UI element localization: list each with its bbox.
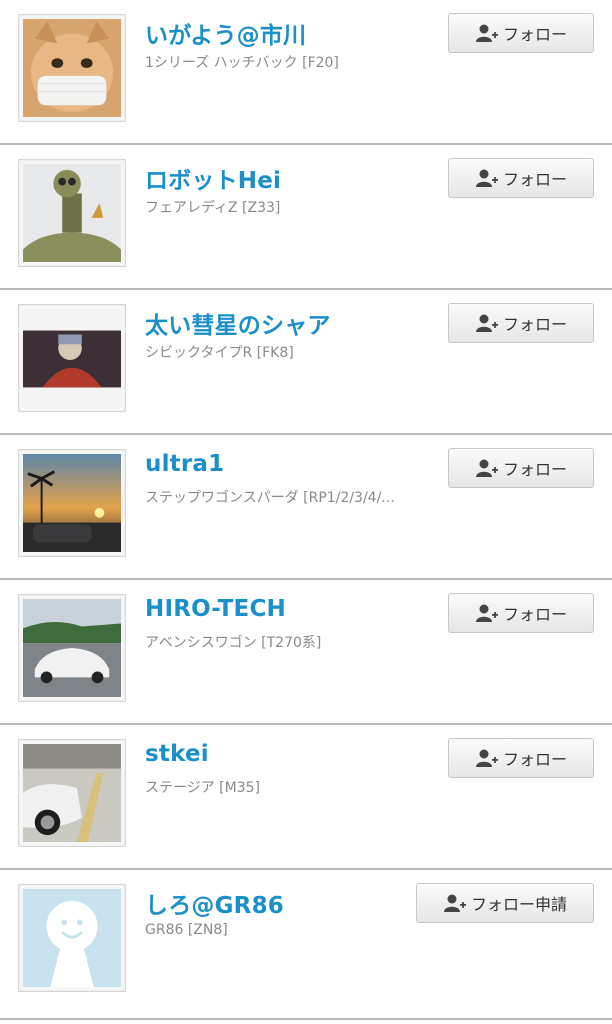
user-name[interactable]: HIRO-TECH [145,596,286,622]
add-user-icon [475,604,498,622]
user-car: GR86 [ZN8] [145,922,228,938]
follow-button-label: フォロー [502,750,567,769]
follow-button-label: フォロー [502,605,567,624]
follow-button[interactable]: フォロー [448,303,594,343]
user-avatar[interactable] [18,449,126,557]
user-name[interactable]: 太い彗星のシャア [145,306,331,340]
user-avatar[interactable] [18,884,126,992]
user-row: HIRO-TECH アベンシスワゴン [T270系] フォロー [0,580,612,725]
follow-button[interactable]: フォロー [448,448,594,488]
add-user-icon [475,459,498,477]
follow-button-label: フォロー [502,25,567,44]
follow-button[interactable]: フォロー [448,158,594,198]
user-avatar[interactable] [18,304,126,412]
follow-user-list: いがよう@市川 1シリーズ ハッチバック [F20] フォロー ロボットHei … [0,0,612,1020]
follow-button-label: フォロー [502,170,567,189]
follow-request-button[interactable]: フォロー申請 [416,883,594,923]
add-user-icon [475,749,498,767]
follow-button[interactable]: フォロー [448,738,594,778]
user-name[interactable]: ロボットHei [145,161,281,195]
user-car: フェアレディZ [Z33] [145,200,281,216]
add-user-icon [475,169,498,187]
add-user-icon [475,314,498,332]
user-row: stkei ステージア [M35] フォロー [0,725,612,870]
follow-button[interactable]: フォロー [448,593,594,633]
user-car: シビックタイプR [FK8] [145,345,294,361]
follow-button-label: フォロー [502,315,567,334]
user-avatar[interactable] [18,159,126,267]
user-row: しろ@GR86 GR86 [ZN8] フォロー申請 [0,870,612,1020]
user-name[interactable]: stkei [145,741,209,767]
user-car: アベンシスワゴン [T270系] [145,635,322,651]
add-user-icon [475,24,498,42]
user-avatar[interactable] [18,594,126,702]
follow-request-button-label: フォロー申請 [470,895,567,914]
follow-button[interactable]: フォロー [448,13,594,53]
user-name[interactable]: しろ@GR86 [145,886,284,920]
user-car: ステップワゴンスパーダ [RP1/2/3/4/... [145,490,395,506]
user-row: ultra1 ステップワゴンスパーダ [RP1/2/3/4/... フォロー [0,435,612,580]
user-avatar[interactable] [18,739,126,847]
user-avatar[interactable] [18,14,126,122]
user-name[interactable]: いがよう@市川 [145,16,306,50]
user-car: ステージア [M35] [145,780,260,796]
add-user-icon [443,894,466,912]
user-row: いがよう@市川 1シリーズ ハッチバック [F20] フォロー [0,0,612,145]
user-car: 1シリーズ ハッチバック [F20] [145,55,339,71]
follow-button-label: フォロー [502,460,567,479]
user-name[interactable]: ultra1 [145,451,224,477]
user-row: ロボットHei フェアレディZ [Z33] フォロー [0,145,612,290]
user-row: 太い彗星のシャア シビックタイプR [FK8] フォロー [0,290,612,435]
